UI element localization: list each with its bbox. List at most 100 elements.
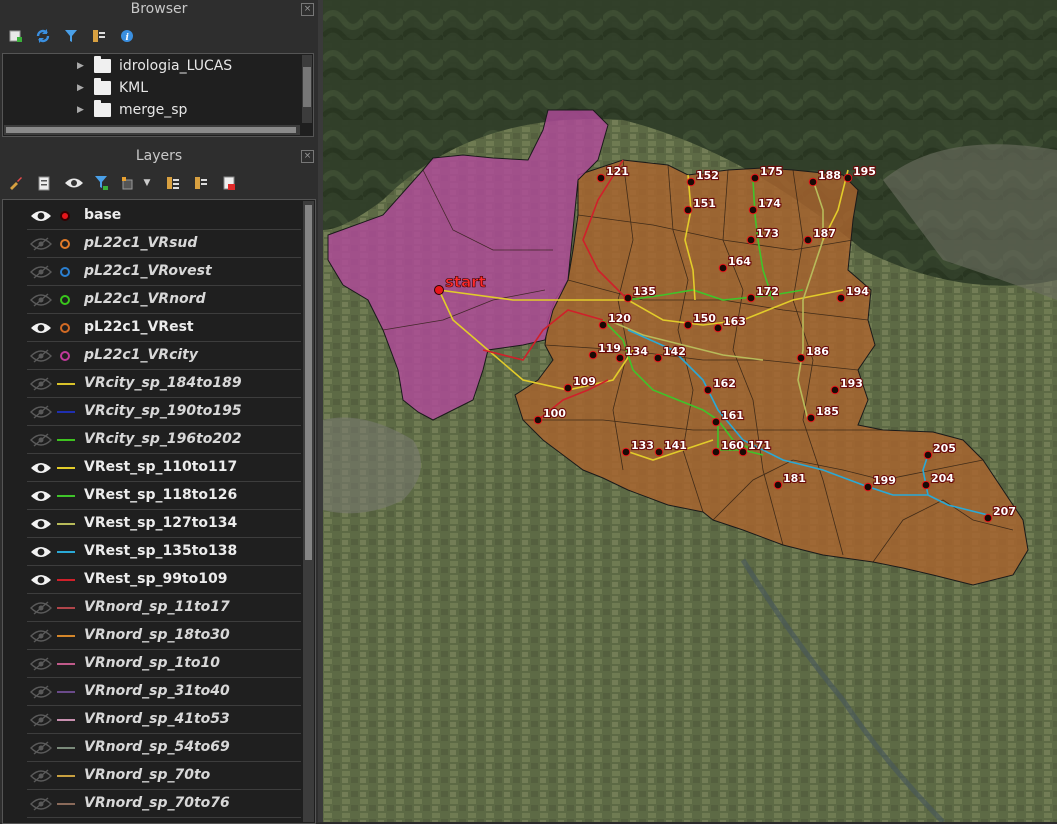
collapse-all-icon[interactable]: [192, 174, 210, 192]
visible-eye-icon[interactable]: [30, 516, 52, 532]
properties-icon[interactable]: i: [118, 27, 136, 45]
route-point-marker[interactable]: [746, 293, 756, 303]
route-point-marker[interactable]: [738, 447, 748, 457]
route-point-marker[interactable]: [843, 173, 853, 183]
route-point-marker[interactable]: [746, 235, 756, 245]
route-point-marker[interactable]: [596, 173, 606, 183]
hidden-eye-icon[interactable]: [30, 796, 52, 812]
layer-row[interactable]: pL22c1_VRovest: [3, 258, 301, 286]
expand-arrow-icon[interactable]: ▶: [77, 83, 84, 93]
expand-arrow-icon[interactable]: ▶: [77, 61, 84, 71]
filter-legend-icon[interactable]: [92, 174, 110, 192]
route-point-marker[interactable]: [836, 293, 846, 303]
route-point-marker[interactable]: [621, 447, 631, 457]
route-point-marker[interactable]: [686, 177, 696, 187]
route-point-marker[interactable]: [748, 205, 758, 215]
style-brush-icon[interactable]: [7, 174, 25, 192]
add-group-icon[interactable]: [35, 174, 53, 192]
route-point-marker[interactable]: [654, 447, 664, 457]
route-point-marker[interactable]: [623, 293, 633, 303]
route-point-marker[interactable]: [598, 320, 608, 330]
route-point-marker[interactable]: [711, 417, 721, 427]
hidden-eye-icon[interactable]: [30, 376, 52, 392]
browser-horizontal-scrollbar[interactable]: [4, 125, 300, 135]
visible-eye-icon[interactable]: [30, 320, 52, 336]
route-point-marker[interactable]: [983, 513, 993, 523]
tree-item-merge-sp[interactable]: ▶ merge_sp: [3, 100, 299, 122]
map-canvas[interactable]: 121 152 175 188 195 151 174 173 187 164 135 172 194 1…: [323, 0, 1057, 822]
route-point-marker[interactable]: [711, 447, 721, 457]
hidden-eye-icon[interactable]: [30, 432, 52, 448]
filter-icon[interactable]: [62, 27, 80, 45]
hidden-eye-icon[interactable]: [30, 656, 52, 672]
route-point-marker[interactable]: [713, 323, 723, 333]
visible-eye-icon[interactable]: [30, 572, 52, 588]
layer-row[interactable]: pL22c1_VRcity: [3, 342, 301, 370]
route-point-marker[interactable]: [808, 177, 818, 187]
layer-row[interactable]: VRest_sp_118to126: [3, 482, 301, 510]
route-point-marker[interactable]: [923, 450, 933, 460]
layer-row[interactable]: VRest_sp_110to117: [3, 454, 301, 482]
layer-row[interactable]: VRcity_sp_184to189: [3, 370, 301, 398]
refresh-icon[interactable]: [34, 27, 52, 45]
hidden-eye-icon[interactable]: [30, 236, 52, 252]
route-point-marker[interactable]: [830, 385, 840, 395]
route-point-marker[interactable]: [773, 480, 783, 490]
hidden-eye-icon[interactable]: [30, 684, 52, 700]
manage-visibility-icon[interactable]: [63, 174, 85, 192]
route-point-marker[interactable]: [921, 480, 931, 490]
route-point-marker[interactable]: [718, 263, 728, 273]
remove-layer-icon[interactable]: [220, 174, 238, 192]
browser-vertical-scrollbar[interactable]: [302, 55, 312, 123]
visible-eye-icon[interactable]: [30, 208, 52, 224]
route-point-marker[interactable]: [563, 383, 573, 393]
route-point-marker[interactable]: [683, 205, 693, 215]
visible-eye-icon[interactable]: [30, 460, 52, 476]
hidden-eye-icon[interactable]: [30, 628, 52, 644]
layer-row[interactable]: VRnord_sp_41to53: [3, 706, 301, 734]
route-point-marker[interactable]: [533, 415, 543, 425]
tree-item-kml[interactable]: ▶ KML: [3, 78, 299, 100]
collapse-all-icon[interactable]: [90, 27, 108, 45]
filter-by-expression-icon[interactable]: [119, 174, 137, 192]
route-point-marker[interactable]: [863, 482, 873, 492]
route-point-marker[interactable]: [796, 353, 806, 363]
layer-row[interactable]: VRcity_sp_196to202: [3, 426, 301, 454]
route-point-marker[interactable]: [615, 353, 625, 363]
layer-row[interactable]: pL22c1_VRest: [3, 314, 301, 342]
close-panel-icon[interactable]: ×: [301, 150, 314, 163]
visible-eye-icon[interactable]: [30, 544, 52, 560]
hidden-eye-icon[interactable]: [30, 712, 52, 728]
hidden-eye-icon[interactable]: [30, 404, 52, 420]
layer-row[interactable]: VRnord_sp_31to40: [3, 678, 301, 706]
layer-row[interactable]: VRnord_sp_54to69: [3, 734, 301, 762]
visible-eye-icon[interactable]: [30, 488, 52, 504]
start-point-marker[interactable]: [434, 285, 444, 295]
route-point-marker[interactable]: [703, 385, 713, 395]
layer-row[interactable]: VRnord_sp_18to30: [3, 622, 301, 650]
dropdown-arrow-icon[interactable]: ▼: [141, 174, 153, 192]
layer-row[interactable]: VRest_sp_127to134: [3, 510, 301, 538]
layer-row[interactable]: VRnord_sp_11to17: [3, 594, 301, 622]
route-point-marker[interactable]: [588, 350, 598, 360]
layer-row[interactable]: VRnord_sp_70to: [3, 762, 301, 790]
expand-all-icon[interactable]: [164, 174, 182, 192]
hidden-eye-icon[interactable]: [30, 768, 52, 784]
layer-row[interactable]: pL22c1_VRsud: [3, 230, 301, 258]
route-point-marker[interactable]: [803, 235, 813, 245]
hidden-eye-icon[interactable]: [30, 348, 52, 364]
close-panel-icon[interactable]: ×: [301, 3, 314, 16]
layer-row[interactable]: pL22c1_VRnord: [3, 286, 301, 314]
hidden-eye-icon[interactable]: [30, 600, 52, 616]
route-point-marker[interactable]: [750, 173, 760, 183]
layer-row[interactable]: VRest_sp_135to138: [3, 538, 301, 566]
layer-row[interactable]: VRest_sp_99to109: [3, 566, 301, 594]
layer-row[interactable]: VRcity_sp_190to195: [3, 398, 301, 426]
layer-row[interactable]: base: [3, 202, 301, 230]
add-selected-layers-icon[interactable]: [7, 27, 25, 45]
expand-arrow-icon[interactable]: ▶: [77, 105, 84, 115]
hidden-eye-icon[interactable]: [30, 292, 52, 308]
hidden-eye-icon[interactable]: [30, 264, 52, 280]
route-point-marker[interactable]: [806, 413, 816, 423]
layer-row[interactable]: VRnord_sp_70to76: [3, 790, 301, 818]
